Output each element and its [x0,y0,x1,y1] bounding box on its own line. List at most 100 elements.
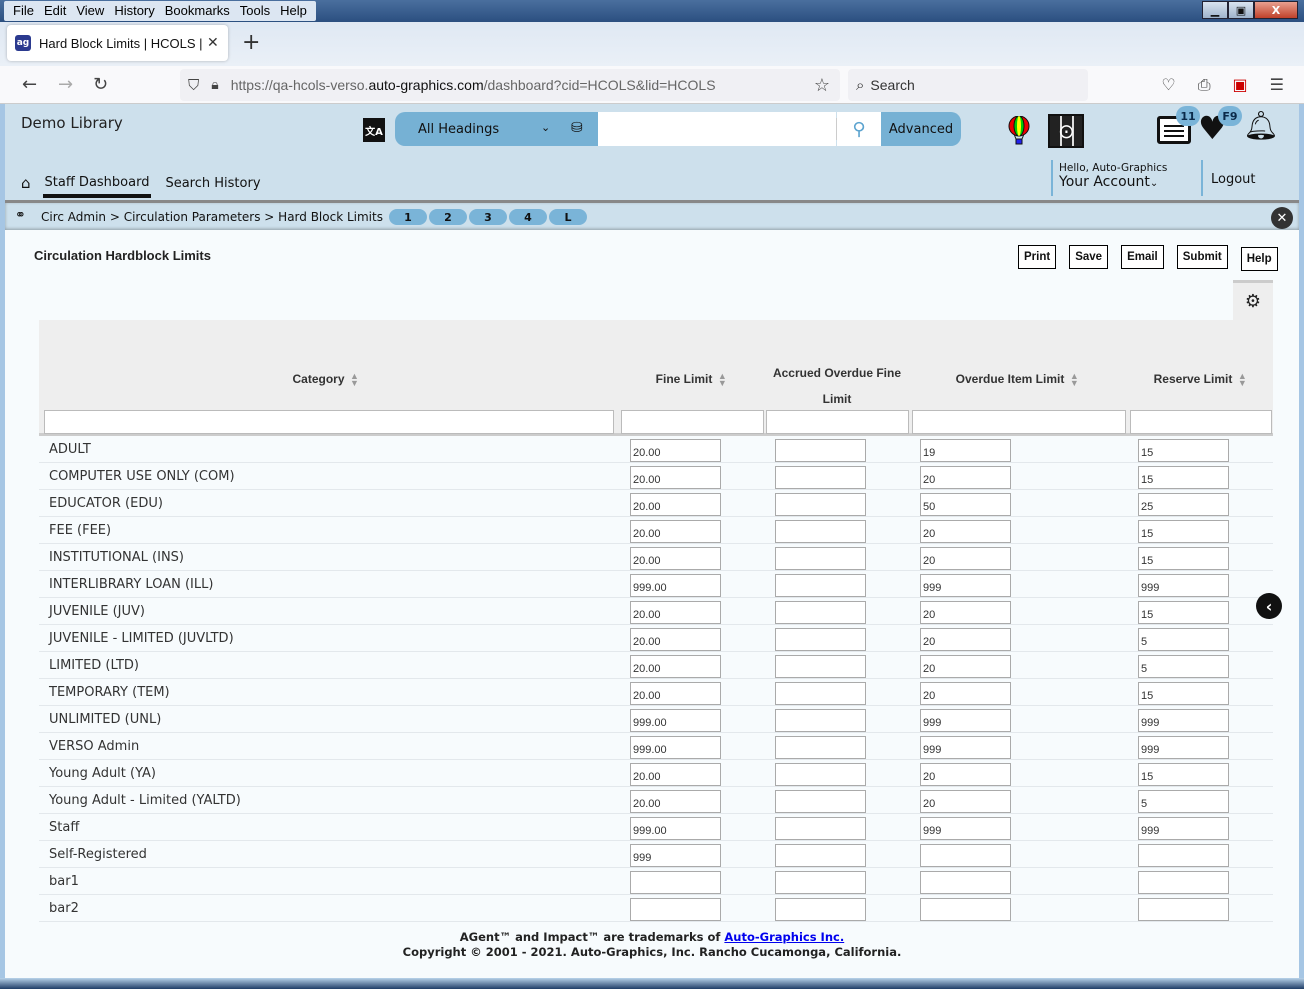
url-bar[interactable]: ⛉ 🔒︎ https://qa-hcols-verso.auto-graphic… [180,69,840,101]
bookmark-star-icon[interactable]: ☆ [814,75,830,96]
reserve-limit-input[interactable] [1138,547,1229,570]
maximize-button[interactable]: ▣ [1228,1,1254,19]
pill-1[interactable]: 1 [388,208,428,226]
overdue-item-input[interactable] [920,871,1011,894]
logout-link[interactable]: Logout [1201,160,1256,196]
accrued-overdue-input[interactable] [775,655,866,678]
column-overdue-item-limit[interactable]: Overdue Item Limit ▲ ▼ [911,371,1125,387]
database-icon[interactable]: ⛁ [571,120,583,136]
breadcrumb[interactable]: Circ Admin > Circulation Parameters > Ha… [41,210,383,224]
pocket-icon[interactable]: ♡ [1161,75,1175,95]
sort-icon[interactable]: ▲ ▼ [1236,371,1248,387]
filter-reserve-limit[interactable] [1130,410,1272,434]
film-search-icon[interactable] [1048,114,1084,148]
reserve-limit-input[interactable] [1138,493,1229,516]
fine-limit-input[interactable] [630,763,721,786]
print-button[interactable]: Print [1018,245,1057,269]
fine-limit-input[interactable] [630,736,721,759]
accrued-overdue-input[interactable] [775,601,866,624]
pill-2[interactable]: 2 [428,208,468,226]
extension-icon[interactable]: ▣ [1233,75,1248,95]
browser-search-box[interactable]: ⌕ Search [848,69,1088,101]
column-reserve-limit[interactable]: Reserve Limit ▲ ▼ [1129,371,1273,387]
fine-limit-input[interactable] [630,790,721,813]
accrued-overdue-input[interactable] [775,466,866,489]
fine-limit-input[interactable] [630,547,721,570]
reserve-limit-input[interactable] [1138,790,1229,813]
fine-limit-input[interactable] [630,655,721,678]
overdue-item-input[interactable] [920,466,1011,489]
your-account-link[interactable]: Your Account [1059,174,1150,190]
search-button[interactable]: ⚲ [837,112,881,146]
browser-tab[interactable]: ag Hard Block Limits | HCOLS | hcols ✕ [7,25,228,61]
overdue-item-input[interactable] [920,439,1011,462]
accrued-overdue-input[interactable] [775,520,866,543]
hamburger-menu-icon[interactable]: ☰ [1270,75,1284,95]
email-button[interactable]: Email [1121,245,1164,269]
menu-view[interactable]: View [71,1,109,21]
sort-icon[interactable]: ▲ ▼ [349,371,361,387]
reserve-limit-input[interactable] [1138,466,1229,489]
accrued-overdue-input[interactable] [775,493,866,516]
sort-icon[interactable]: ▲ ▼ [716,371,728,387]
accrued-overdue-input[interactable] [775,574,866,597]
pill-l[interactable]: L [548,208,588,226]
advanced-search-button[interactable]: Advanced [881,112,961,146]
accrued-overdue-input[interactable] [775,439,866,462]
filter-fine-limit[interactable] [621,410,764,434]
overdue-item-input[interactable] [920,898,1011,921]
reserve-limit-input[interactable] [1138,574,1229,597]
print-icon[interactable]: ⎙ [1198,75,1211,95]
fine-limit-input[interactable] [630,601,721,624]
sort-icon[interactable]: ▲ ▼ [1068,371,1080,387]
menu-history[interactable]: History [109,1,159,21]
pill-4[interactable]: 4 [508,208,548,226]
home-icon[interactable]: ⌂ [21,174,31,192]
filter-accrued-overdue[interactable] [766,410,909,434]
url-text[interactable]: https://qa-hcols-verso.auto-graphics.com… [231,77,716,93]
fine-limit-input[interactable] [630,682,721,705]
fine-limit-input[interactable] [630,466,721,489]
overdue-item-input[interactable] [920,790,1011,813]
shield-icon[interactable]: ⛉ [188,76,199,94]
reserve-limit-input[interactable] [1138,439,1229,462]
new-tab-icon[interactable]: + [242,30,260,55]
reserve-limit-input[interactable] [1138,520,1229,543]
accrued-overdue-input[interactable] [775,682,866,705]
minimize-button[interactable]: ▁ [1202,1,1228,19]
accrued-overdue-input[interactable] [775,817,866,840]
heading-select[interactable]: All Headings ⌄ ⛁ [395,112,598,146]
filter-overdue-item[interactable] [912,410,1126,434]
reserve-limit-input[interactable] [1138,628,1229,651]
fine-limit-input[interactable] [630,709,721,732]
column-fine-limit[interactable]: Fine Limit ▲ ▼ [621,371,763,387]
auto-graphics-link[interactable]: Auto-Graphics Inc. [724,930,844,944]
nav-staff-dashboard[interactable]: Staff Dashboard [42,169,152,198]
accrued-overdue-input[interactable] [775,898,866,921]
gear-icon[interactable]: ⚙ [1233,280,1273,320]
help-button[interactable]: Help [1240,247,1278,271]
reserve-limit-input[interactable] [1138,817,1229,840]
overdue-item-input[interactable] [920,628,1011,651]
bell-icon[interactable]: 🔔︎ [1243,112,1279,140]
menu-edit[interactable]: Edit [39,1,71,21]
close-icon[interactable]: ✕ [1271,207,1293,229]
save-button[interactable]: Save [1069,245,1109,269]
reserve-limit-input[interactable] [1138,736,1229,759]
reserve-limit-input[interactable] [1138,898,1229,921]
reserve-limit-input[interactable] [1138,871,1229,894]
overdue-item-input[interactable] [920,493,1011,516]
accrued-overdue-input[interactable] [775,871,866,894]
overdue-item-input[interactable] [920,601,1011,624]
accrued-overdue-input[interactable] [775,736,866,759]
window-close-button[interactable]: X [1254,1,1298,19]
tab-close-icon[interactable]: ✕ [207,35,219,51]
menu-tools[interactable]: Tools [235,1,275,21]
overdue-item-input[interactable] [920,817,1011,840]
overdue-item-input[interactable] [920,520,1011,543]
reserve-limit-input[interactable] [1138,682,1229,705]
overdue-item-input[interactable] [920,763,1011,786]
lock-icon[interactable]: 🔒︎ [211,77,218,93]
fine-limit-input[interactable] [630,871,721,894]
accrued-overdue-input[interactable] [775,844,866,867]
